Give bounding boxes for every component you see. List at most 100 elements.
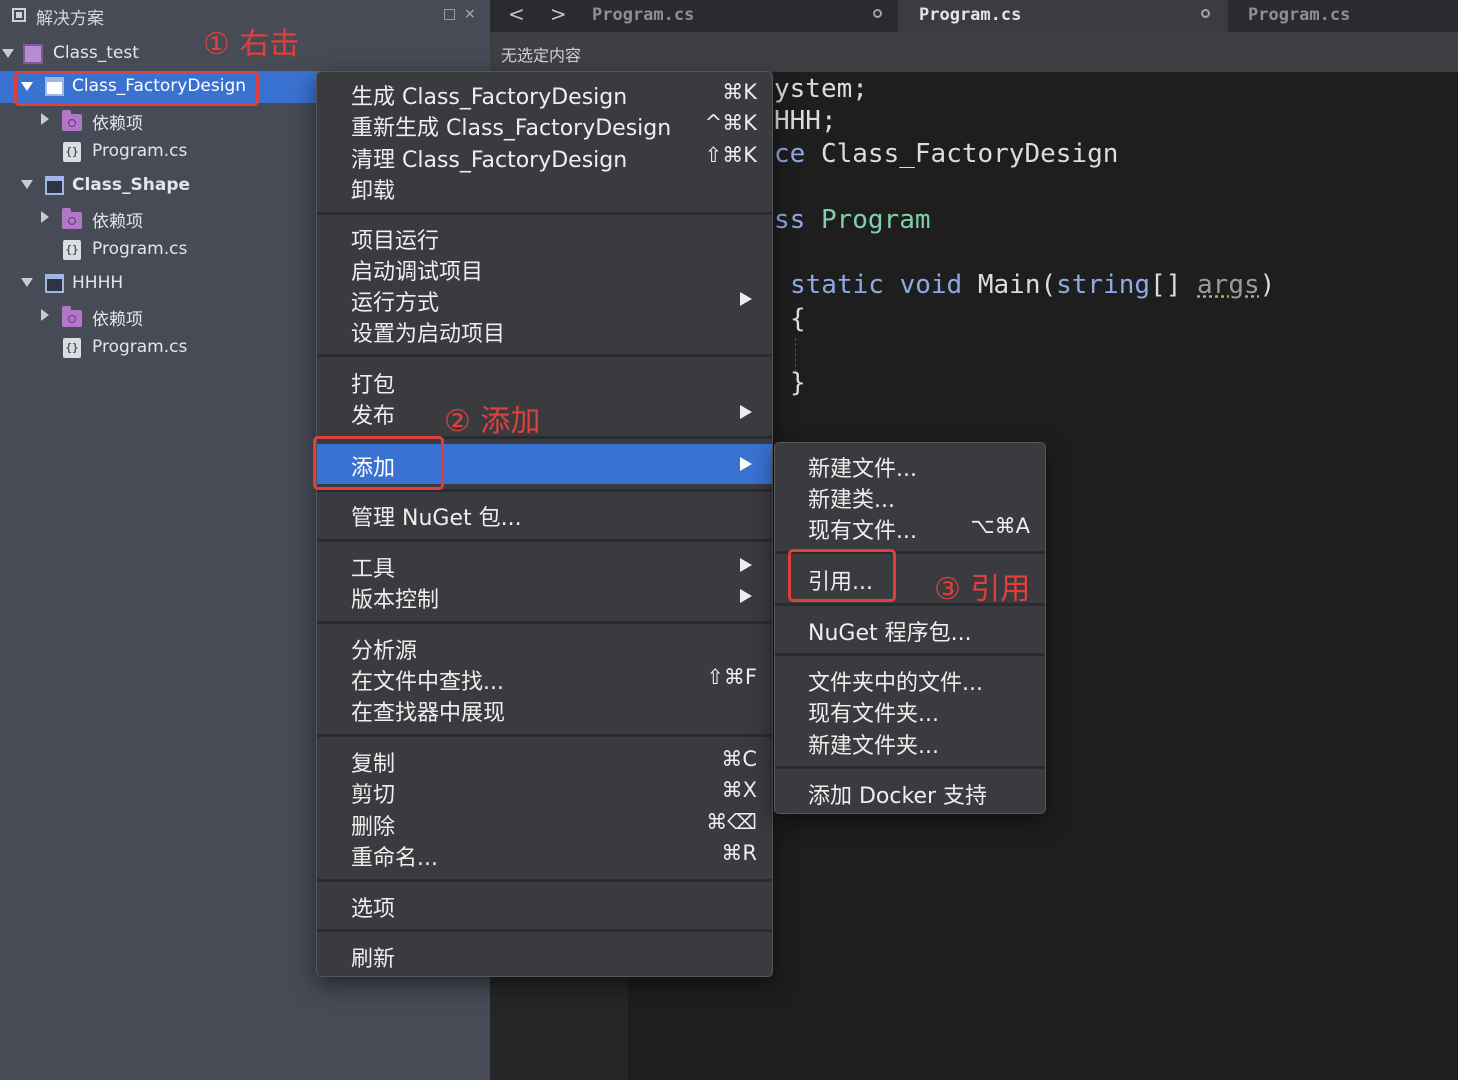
menu-item-rebuild[interactable]: 重新生成 Class_FactoryDesign (351, 110, 671, 142)
menu-shortcut: ⇧⌘F (706, 665, 757, 689)
code-keyword: ss (774, 205, 806, 235)
tree-label: Class_Shape (72, 175, 191, 195)
menu-item-reveal-in-finder[interactable]: 在查找器中展现 (351, 695, 505, 727)
folder-icon (62, 306, 82, 327)
menu-item-rename[interactable]: 重命名... (351, 840, 438, 872)
annotation-box-add (313, 436, 444, 490)
menu-item-cut[interactable]: 剪切 (351, 777, 395, 809)
menu-shortcut: ⌘C (721, 747, 757, 771)
tab-label: Program.cs (592, 5, 695, 25)
menu-item-pack[interactable]: 打包 (351, 367, 395, 399)
csharp-file-icon: {} (63, 240, 81, 260)
submenu-item-new-file[interactable]: 新建文件... (808, 451, 917, 483)
menu-item-copy[interactable]: 复制 (351, 746, 395, 778)
menu-separator (317, 879, 772, 882)
expand-arrow-icon[interactable] (21, 180, 33, 189)
submenu-arrow-icon (740, 405, 752, 419)
pane-close-icon[interactable]: × (464, 6, 476, 22)
menu-item-nuget[interactable]: 管理 NuGet 包... (351, 500, 522, 532)
submenu-arrow-icon (740, 558, 752, 572)
breadcrumb[interactable]: 无选定内容 (490, 32, 1458, 72)
menu-item-analyze[interactable]: 分析源 (351, 633, 417, 665)
menu-item-set-startup[interactable]: 设置为启动项目 (351, 316, 505, 348)
menu-shortcut: ⌥⌘A (970, 514, 1030, 538)
add-submenu: 新建文件... 新建类... 现有文件... ⌥⌘A 引用... NuGet 程… (774, 442, 1046, 814)
expand-arrow-icon[interactable] (2, 49, 14, 58)
tree-label: Program.cs (92, 337, 188, 357)
indent-guide (795, 338, 796, 372)
menu-item-delete[interactable]: 删除 (351, 809, 395, 841)
tree-label: HHHH (72, 273, 124, 293)
code-line: } (790, 368, 806, 398)
code-text: ) (1259, 270, 1276, 300)
tab-program-1[interactable]: Program.cs (590, 0, 890, 32)
code-text: HHH; (774, 106, 837, 136)
menu-item-find-in-files[interactable]: 在文件中查找... (351, 664, 504, 696)
tab-unsaved-dot-icon[interactable] (1201, 9, 1210, 18)
code-line: static void Main(string[] args) (790, 270, 1275, 300)
expand-arrow-icon[interactable] (21, 278, 33, 287)
code-line: { (790, 304, 806, 334)
menu-separator (317, 212, 772, 215)
submenu-item-existing-file[interactable]: 现有文件... (808, 513, 917, 545)
menu-shortcut: ^⌘K (704, 111, 757, 135)
menu-item-run[interactable]: 项目运行 (351, 223, 439, 255)
menu-separator (317, 354, 772, 357)
menu-item-clean[interactable]: 清理 Class_FactoryDesign (351, 142, 627, 174)
code-text: ystem; (774, 74, 868, 104)
tab-program-2[interactable]: Program.cs (898, 0, 1228, 32)
menu-shortcut: ⇧⌘K (704, 143, 757, 167)
expand-arrow-icon[interactable] (41, 211, 49, 223)
tab-program-3[interactable]: Program.cs (1230, 0, 1458, 32)
code-text: Class_FactoryDesign (805, 139, 1119, 169)
code-text: Main( (962, 270, 1057, 300)
submenu-item-docker-support[interactable]: 添加 Docker 支持 (808, 778, 987, 810)
code-text: { (790, 304, 806, 334)
menu-item-refresh[interactable]: 刷新 (351, 941, 395, 973)
code-parameter: args (1197, 270, 1260, 300)
annotation-step-2: ② 添加 (444, 404, 541, 439)
expand-arrow-icon[interactable] (41, 309, 49, 321)
menu-separator (317, 621, 772, 624)
csharp-file-icon: {} (63, 142, 81, 162)
solution-pane-title: 解决方案 (36, 9, 104, 29)
menu-item-options[interactable]: 选项 (351, 891, 395, 923)
expand-arrow-icon[interactable] (41, 113, 49, 125)
pane-pin-icon[interactable]: □ (443, 6, 456, 22)
menu-item-debug[interactable]: 启动调试项目 (351, 254, 483, 286)
csharp-file-icon: {} (63, 338, 81, 358)
menu-separator (775, 766, 1045, 769)
tree-label: 依赖项 (92, 114, 143, 134)
submenu-item-nuget-package[interactable]: NuGet 程序包... (808, 615, 972, 647)
forward-icon[interactable]: > (550, 2, 567, 26)
menu-item-build[interactable]: 生成 Class_FactoryDesign (351, 79, 627, 111)
code-line: HHH; (774, 106, 837, 136)
submenu-item-files-from-folder[interactable]: 文件夹中的文件... (808, 665, 983, 697)
menu-shortcut: ⌘K (722, 80, 757, 104)
menu-separator (317, 929, 772, 932)
submenu-item-new-folder[interactable]: 新建文件夹... (808, 728, 939, 760)
tree-label: Class_test (53, 43, 139, 63)
submenu-item-existing-folder[interactable]: 现有文件夹... (808, 696, 939, 728)
annotation-step-3: ③ 引用 (934, 572, 1031, 607)
submenu-arrow-icon (740, 589, 752, 603)
project-icon (45, 274, 64, 293)
submenu-arrow-icon (740, 457, 752, 471)
menu-item-tools[interactable]: 工具 (351, 551, 395, 583)
tab-label: Program.cs (919, 5, 1022, 25)
breadcrumb-text: 无选定内容 (501, 46, 582, 65)
folder-icon (62, 110, 82, 131)
menu-item-run-with[interactable]: 运行方式 (351, 285, 439, 317)
menu-item-publish[interactable]: 发布 (351, 398, 395, 430)
annotation-box-reference (788, 549, 896, 602)
menu-separator (317, 734, 772, 737)
submenu-item-new-class[interactable]: 新建类... (808, 482, 895, 514)
menu-item-unload[interactable]: 卸载 (351, 173, 395, 205)
back-icon[interactable]: < (508, 2, 525, 26)
project-icon (45, 176, 64, 195)
tree-label: 依赖项 (92, 212, 143, 232)
annotation-step-1: ① 右击 (203, 27, 300, 62)
menu-item-version-control[interactable]: 版本控制 (351, 582, 439, 614)
folder-icon (62, 208, 82, 229)
tab-unsaved-dot-icon[interactable] (873, 9, 882, 18)
